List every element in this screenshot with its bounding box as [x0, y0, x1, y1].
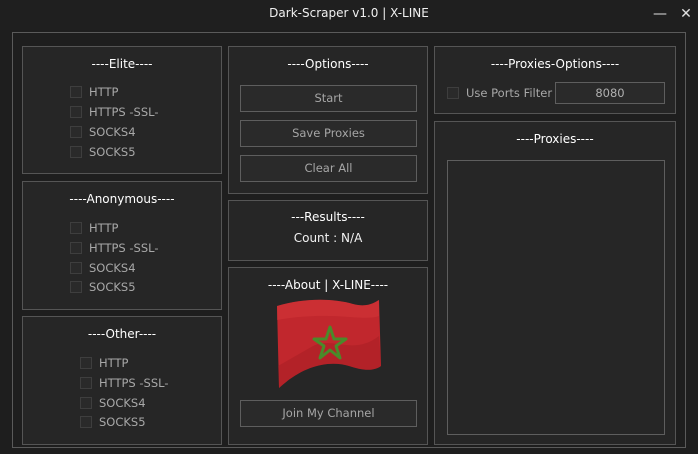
checkbox-label: SOCKS4 — [99, 396, 146, 410]
use-ports-filter-checkbox[interactable]: Use Ports Filter — [447, 85, 552, 101]
anonymous-https-checkbox[interactable]: HTTPS -SSL- — [70, 240, 159, 256]
checkbox-label: Use Ports Filter — [466, 86, 553, 100]
checkbox-label: SOCKS4 — [89, 125, 136, 139]
elite-title: ----Elite---- — [91, 57, 153, 71]
checkbox-label: SOCKS5 — [89, 145, 136, 159]
checkbox-box[interactable] — [70, 86, 82, 98]
other-title: ----Other---- — [87, 327, 157, 341]
proxies-title: ----Proxies---- — [516, 132, 594, 146]
other-socks4-checkbox[interactable]: SOCKS4 — [80, 395, 146, 411]
results-count: Count : N/A — [229, 231, 427, 245]
about-title: ----About | X-LINE---- — [267, 278, 389, 292]
checkbox-box[interactable] — [70, 222, 82, 234]
checkbox-box[interactable] — [447, 87, 459, 99]
count-value: N/A — [341, 231, 363, 245]
checkbox-box[interactable] — [80, 397, 92, 409]
checkbox-box[interactable] — [70, 106, 82, 118]
proxies-list[interactable] — [447, 160, 665, 435]
close-button[interactable]: ✕ — [676, 4, 696, 24]
anonymous-panel: ----Anonymous---- HTTP HTTPS -SSL- SOCKS… — [22, 181, 222, 310]
results-panel: ---Results---- Count : N/A — [228, 200, 428, 261]
results-title: ---Results---- — [291, 210, 365, 224]
title-bar: Dark-Scraper v1.0 | X-LINE — ✕ — [0, 0, 698, 30]
options-title: ----Options---- — [287, 57, 369, 71]
checkbox-label: HTTPS -SSL- — [89, 105, 159, 119]
checkbox-label: HTTPS -SSL- — [99, 376, 169, 390]
checkbox-label: HTTP — [89, 221, 119, 235]
checkbox-label: SOCKS5 — [89, 280, 136, 294]
checkbox-box[interactable] — [80, 377, 92, 389]
elite-panel: ----Elite---- HTTP HTTPS -SSL- SOCKS4 SO… — [22, 46, 222, 174]
other-panel: ----Other---- HTTP HTTPS -SSL- SOCKS4 SO… — [22, 316, 222, 445]
other-http-checkbox[interactable]: HTTP — [80, 355, 128, 371]
checkbox-box[interactable] — [80, 357, 92, 369]
start-button[interactable]: Start — [240, 85, 417, 112]
other-https-checkbox[interactable]: HTTPS -SSL- — [80, 375, 169, 391]
checkbox-label: SOCKS5 — [99, 415, 146, 429]
anonymous-socks4-checkbox[interactable]: SOCKS4 — [70, 260, 136, 276]
elite-https-checkbox[interactable]: HTTPS -SSL- — [70, 104, 159, 120]
other-socks5-checkbox[interactable]: SOCKS5 — [80, 414, 146, 430]
checkbox-box[interactable] — [80, 416, 92, 428]
checkbox-label: SOCKS4 — [89, 261, 136, 275]
checkbox-label: HTTP — [99, 356, 129, 370]
join-channel-button[interactable]: Join My Channel — [240, 400, 417, 427]
window-title: Dark-Scraper v1.0 | X-LINE — [269, 6, 429, 20]
checkbox-box[interactable] — [70, 146, 82, 158]
checkbox-label: HTTPS -SSL- — [89, 241, 159, 255]
elite-socks5-checkbox[interactable]: SOCKS5 — [70, 144, 136, 160]
checkbox-label: HTTP — [89, 85, 119, 99]
proxies-panel: ----Proxies---- — [434, 121, 676, 445]
checkbox-box[interactable] — [70, 281, 82, 293]
proxies-options-panel: ----Proxies-Options---- Use Ports Filter… — [434, 46, 676, 114]
flag-icon — [277, 299, 381, 388]
elite-http-checkbox[interactable]: HTTP — [70, 84, 118, 100]
anonymous-title: ----Anonymous---- — [69, 192, 175, 206]
anonymous-http-checkbox[interactable]: HTTP — [70, 220, 118, 236]
count-label: Count : — [293, 231, 338, 245]
options-panel: ----Options---- Start Save Proxies Clear… — [228, 46, 428, 194]
minimize-button[interactable]: — — [650, 4, 670, 24]
proxies-options-title: ----Proxies-Options---- — [490, 57, 620, 71]
checkbox-box[interactable] — [70, 262, 82, 274]
checkbox-box[interactable] — [70, 242, 82, 254]
elite-socks4-checkbox[interactable]: SOCKS4 — [70, 124, 136, 140]
clear-all-button[interactable]: Clear All — [240, 155, 417, 182]
anonymous-socks5-checkbox[interactable]: SOCKS5 — [70, 279, 136, 295]
about-panel: ----About | X-LINE---- Join My Channel — [228, 267, 428, 445]
port-input[interactable]: 8080 — [555, 82, 665, 104]
save-proxies-button[interactable]: Save Proxies — [240, 120, 417, 147]
checkbox-box[interactable] — [70, 126, 82, 138]
